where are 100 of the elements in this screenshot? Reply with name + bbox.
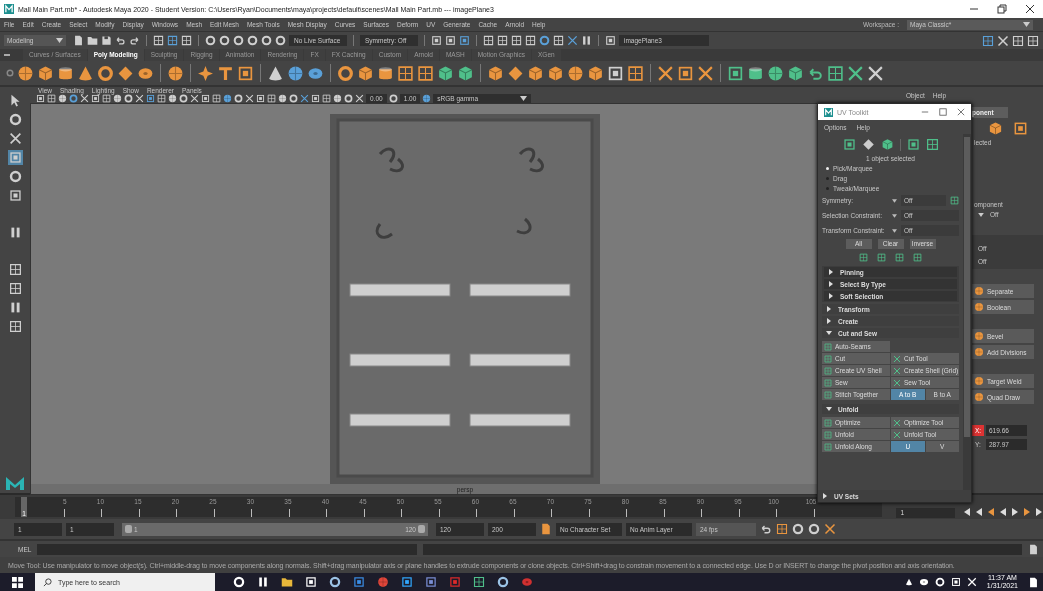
task-view-icon[interactable] (257, 576, 269, 588)
dropdown-arrow-icon[interactable] (978, 212, 984, 217)
uv-grid-icon[interactable] (925, 138, 939, 151)
tool-icon (974, 347, 984, 357)
cone-icon[interactable] (77, 64, 94, 82)
face-mode-icon[interactable] (880, 138, 894, 151)
dropdown-arrow-icon[interactable] (520, 96, 528, 101)
uv-sphere-icon[interactable] (767, 64, 784, 82)
app-square-icon[interactable] (473, 576, 485, 588)
collapse-arrow-icon[interactable] (826, 330, 832, 336)
undo-icon[interactable] (115, 35, 126, 46)
script-editor-icon[interactable] (1028, 543, 1039, 555)
app-logo-icon (824, 107, 833, 117)
vertex-mode-icon[interactable] (842, 138, 856, 151)
svg-shape-icon[interactable] (237, 64, 254, 82)
new-scene-icon[interactable] (73, 35, 84, 46)
play-icon[interactable] (1011, 508, 1019, 516)
select-arrow-icon[interactable] (8, 94, 22, 107)
symmetry-icon[interactable] (950, 196, 959, 205)
uv-cube-icon[interactable] (787, 64, 804, 82)
channel-box-icon[interactable] (982, 34, 994, 47)
cube-icon[interactable] (457, 64, 474, 82)
list-icon[interactable] (1027, 34, 1039, 47)
dropdown-arrow-icon[interactable] (892, 228, 897, 233)
cube-icon[interactable] (547, 64, 564, 82)
cube-icon[interactable] (587, 64, 604, 82)
ring-icon[interactable] (289, 94, 298, 103)
restore-icon[interactable] (997, 4, 1007, 14)
dropdown-arrow-icon[interactable] (892, 198, 897, 203)
uv-tool-icon (824, 430, 832, 439)
select-shell-icon[interactable] (859, 253, 868, 262)
cube-icon[interactable] (437, 64, 454, 82)
skip-start-icon[interactable] (963, 508, 971, 516)
select-border-icon[interactable] (877, 253, 886, 262)
key-back-icon[interactable] (987, 508, 995, 516)
loop-icon[interactable] (760, 523, 772, 535)
folder-icon[interactable] (281, 576, 293, 588)
app-square-icon[interactable] (401, 576, 413, 588)
dropdown-arrow-icon[interactable] (56, 38, 63, 43)
collapse-arrow-icon[interactable] (826, 406, 832, 412)
tool-icon (974, 331, 984, 341)
uv-cross-icon[interactable] (867, 64, 884, 82)
command-input-field[interactable] (37, 543, 418, 555)
maximize-icon[interactable] (939, 108, 947, 116)
move-tool-icon[interactable] (8, 151, 22, 164)
dropdown-arrow-icon[interactable] (892, 213, 897, 218)
shrink-selection-icon[interactable] (913, 253, 922, 262)
diamond-icon[interactable] (117, 64, 134, 82)
cube-icon[interactable] (527, 64, 544, 82)
start-icon[interactable] (12, 576, 23, 588)
step-forward-icon[interactable] (1035, 508, 1043, 516)
select-icon[interactable] (1013, 121, 1028, 136)
save-icon[interactable] (101, 35, 112, 46)
layout-icon[interactable] (8, 226, 22, 239)
frame-icon[interactable] (677, 64, 694, 82)
tool-icon (974, 392, 984, 402)
uv-tool-icon (893, 366, 901, 375)
torus-icon[interactable] (97, 64, 114, 82)
uv-plane-icon[interactable] (727, 64, 744, 82)
cube-icon[interactable] (37, 64, 54, 82)
close-icon[interactable] (1025, 4, 1035, 14)
dropdown-arrow-icon[interactable] (1023, 22, 1030, 27)
app-logo-icon (4, 4, 14, 14)
four-view-icon[interactable] (8, 263, 22, 276)
folder-icon[interactable] (87, 35, 98, 46)
select-object-icon[interactable] (167, 35, 178, 46)
key-forward-icon[interactable] (1023, 508, 1031, 516)
circle-icon[interactable] (233, 576, 245, 588)
app-square-icon[interactable] (425, 576, 437, 588)
two-view-icon[interactable] (8, 301, 22, 314)
shell-mode-icon[interactable] (906, 138, 920, 151)
play-back-icon[interactable] (999, 508, 1007, 516)
uv-tool-icon (824, 442, 832, 451)
grow-selection-icon[interactable] (895, 253, 904, 262)
pause-icon[interactable] (581, 35, 592, 46)
text-shape-icon[interactable] (217, 64, 234, 82)
step-back-icon[interactable] (975, 508, 983, 516)
star-icon[interactable] (197, 64, 214, 82)
redo-icon[interactable] (129, 35, 140, 46)
uv-tool-icon (824, 354, 832, 363)
tool-icon (974, 286, 984, 296)
cube-icon[interactable] (357, 64, 374, 82)
expand-arrow-icon[interactable] (822, 493, 828, 499)
cube-icon[interactable] (988, 121, 1003, 136)
select-hierarchy-icon[interactable] (153, 35, 164, 46)
select-component-icon[interactable] (181, 35, 192, 46)
cylinder-icon[interactable] (57, 64, 74, 82)
outliner-icon[interactable] (8, 320, 22, 333)
list-icon[interactable] (1012, 34, 1024, 47)
uv-grid-icon[interactable] (827, 64, 844, 82)
uv-cross-icon[interactable] (847, 64, 864, 82)
tool-icon (974, 302, 984, 312)
uv-cylinder-icon[interactable] (747, 64, 764, 82)
uv-tool-icon (824, 342, 832, 351)
frame-icon[interactable] (607, 64, 624, 82)
uv-tool-icon (893, 378, 901, 387)
app-square-icon[interactable] (449, 576, 461, 588)
grid-layout-icon[interactable] (8, 282, 22, 295)
uv-tool-icon (893, 418, 901, 427)
cylinder-icon[interactable] (377, 64, 394, 82)
